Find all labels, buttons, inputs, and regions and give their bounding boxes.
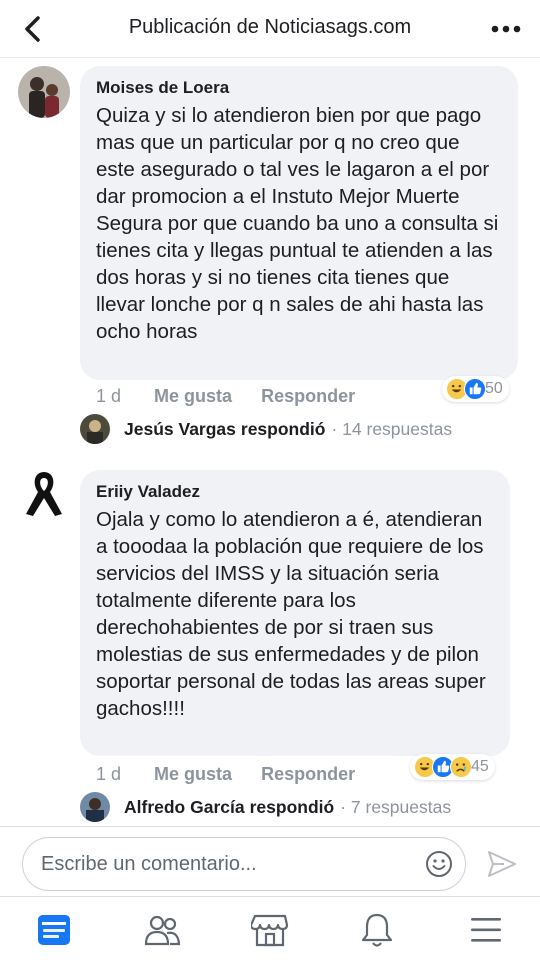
like-button[interactable]: Me gusta (154, 386, 232, 406)
comment-actions: 1 d Me gusta Responder (96, 764, 379, 785)
comment-composer: Escribe un comentario... (0, 826, 540, 900)
reply-author: Alfredo García (124, 796, 245, 817)
comment-author[interactable]: Moises de Loera (96, 78, 502, 98)
nav-notifications[interactable] (357, 911, 397, 949)
reply-button[interactable]: Responder (261, 386, 355, 406)
more-options-icon[interactable] (490, 19, 522, 39)
comment-time[interactable]: 1 d (96, 764, 121, 784)
nav-menu[interactable] (466, 911, 506, 949)
send-icon[interactable] (486, 849, 518, 879)
comment-time[interactable]: 1 d (96, 386, 121, 406)
bottom-navigation (0, 896, 540, 960)
comment-input[interactable]: Escribe un comentario... (22, 837, 466, 891)
avatar (80, 414, 110, 444)
reply-verb: respondió (240, 418, 326, 439)
comment-text: Quiza y si lo atendieron bien por que pa… (96, 104, 499, 343)
replies-link[interactable]: Alfredo García respondió · 7 respuestas (80, 792, 451, 822)
like-reaction-icon (464, 378, 486, 400)
nav-friends[interactable] (142, 911, 182, 949)
reaction-count: 50 (485, 380, 503, 397)
comment-bubble: Moises de Loera Quiza y si lo atendieron… (80, 66, 518, 380)
comment-author[interactable]: Eriiy Valadez (96, 482, 494, 502)
sad-reaction-icon (450, 756, 472, 778)
page: Publicación de Noticiasags.com Moises de… (0, 0, 540, 960)
reply-count: · 7 respuestas (340, 796, 452, 817)
comment-input-placeholder: Escribe un comentario... (41, 852, 257, 875)
news-feed-icon (38, 915, 70, 945)
like-button[interactable]: Me gusta (154, 764, 232, 784)
reply-count: · 14 respuestas (331, 418, 453, 439)
reaction-summary[interactable]: 50 (442, 376, 509, 402)
nav-marketplace[interactable] (250, 911, 290, 949)
reply-author: Jesús Vargas (124, 418, 236, 439)
marketplace-icon (251, 914, 289, 947)
reaction-summary[interactable]: 45 (410, 754, 495, 780)
notifications-icon (361, 913, 393, 947)
comment-bubble: Eriiy Valadez Ojala y como lo atendieron… (80, 470, 510, 756)
comment-text: Ojala y como lo atendieron a é, atendier… (96, 508, 486, 720)
black-ribbon-icon (26, 472, 62, 516)
reply-button[interactable]: Responder (261, 764, 355, 784)
comment-actions: 1 d Me gusta Responder (96, 386, 379, 407)
reaction-count: 45 (471, 758, 489, 775)
header: Publicación de Noticiasags.com (0, 0, 540, 58)
avatar[interactable] (18, 66, 70, 118)
reply-verb: respondió (249, 796, 335, 817)
menu-icon (471, 918, 501, 942)
replies-link[interactable]: Jesús Vargas respondió · 14 respuestas (80, 414, 452, 444)
page-title: Publicación de Noticiasags.com (128, 16, 412, 38)
avatar (80, 792, 110, 822)
nav-news-feed[interactable] (34, 911, 74, 949)
avatar[interactable] (18, 466, 70, 518)
emoji-icon[interactable] (425, 850, 453, 878)
friends-icon (144, 915, 181, 946)
